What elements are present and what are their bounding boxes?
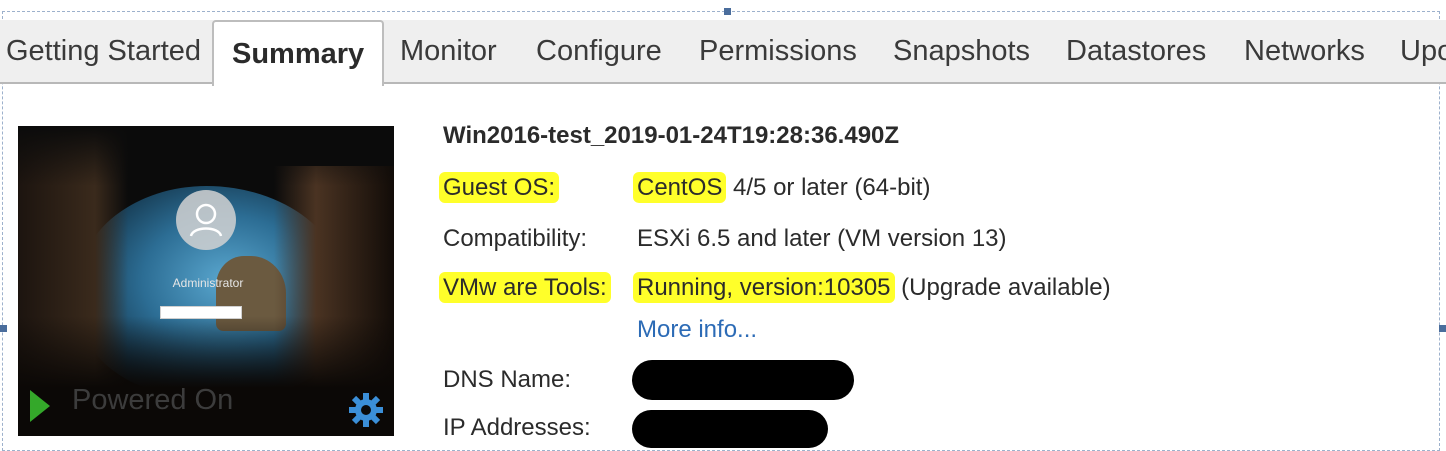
tab-permissions[interactable]: Permissions — [699, 20, 857, 82]
tab-monitor[interactable]: Monitor — [400, 20, 497, 82]
tab-networks[interactable]: Networks — [1244, 20, 1365, 82]
compatibility-value: ESXi 6.5 and later (VM version 13) — [637, 225, 1007, 252]
redacted-dns-value — [632, 360, 854, 400]
login-password-box — [160, 306, 242, 319]
guest-os-label: Guest OS: — [439, 172, 560, 203]
power-state-label: Powered On — [72, 384, 234, 416]
vmware-tools-label: VMw are Tools: — [439, 272, 611, 303]
tab-configure[interactable]: Configure — [536, 20, 662, 82]
gear-icon[interactable] — [348, 392, 384, 428]
tab-update-manager[interactable]: Upo — [1400, 20, 1446, 82]
compatibility-label: Compatibility: — [443, 225, 588, 252]
tab-snapshots[interactable]: Snapshots — [893, 20, 1030, 82]
resize-handle-top[interactable] — [724, 8, 731, 15]
resize-handle-right[interactable] — [1439, 325, 1446, 332]
dns-name-label: DNS Name: — [443, 366, 572, 393]
tab-getting-started[interactable]: Getting Started — [6, 20, 201, 82]
tab-datastores[interactable]: Datastores — [1066, 20, 1206, 82]
guest-os-value: CentOS 4/5 or later (64-bit) — [633, 172, 930, 203]
more-info-link[interactable]: More info... — [637, 316, 757, 344]
redacted-ip-value — [632, 410, 828, 448]
vm-console-thumbnail[interactable]: Administrator Powered On — [18, 126, 394, 436]
vmware-tools-value: Running, version:10305 (Upgrade availabl… — [633, 272, 1111, 303]
tab-bar: Getting Started Summary Monitor Configur… — [0, 20, 1446, 86]
play-icon[interactable] — [28, 388, 52, 424]
resize-handle-left[interactable] — [0, 325, 7, 332]
login-username-label: Administrator — [172, 276, 244, 290]
ip-addresses-label: IP Addresses: — [443, 414, 591, 441]
user-icon — [176, 190, 236, 250]
vm-name: Win2016-test_2019-01-24T19:28:36.490Z — [443, 122, 900, 149]
tab-summary[interactable]: Summary — [212, 20, 385, 86]
